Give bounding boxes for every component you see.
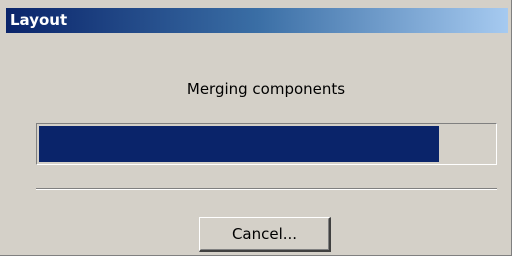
- divider: [36, 188, 497, 190]
- status-message: Merging components: [186, 80, 346, 98]
- cancel-button-label: Cancel...: [231, 225, 298, 243]
- cancel-button[interactable]: Cancel...: [199, 217, 331, 252]
- progress-bar-fill: [39, 126, 439, 162]
- title-bar[interactable]: Layout: [6, 8, 508, 33]
- progress-bar: [36, 123, 497, 165]
- layout-dialog: Layout Merging components Cancel...: [0, 0, 512, 256]
- window-title: Layout: [10, 11, 68, 29]
